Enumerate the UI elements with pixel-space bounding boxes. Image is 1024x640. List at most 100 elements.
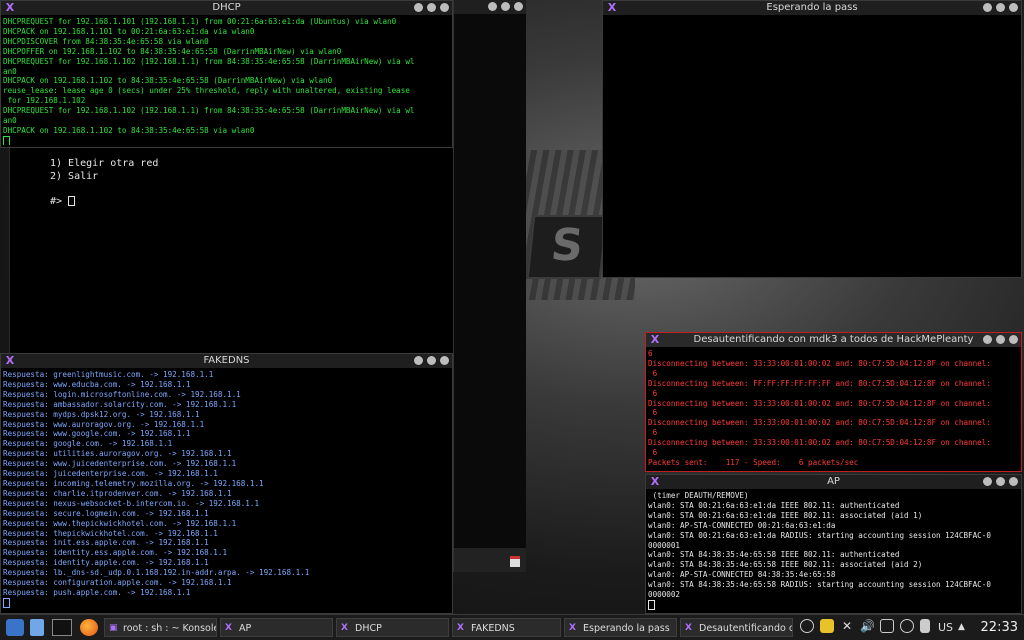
terminal-line: Disconnecting between: FF:FF:FF:FF:FF:FF… — [648, 378, 991, 388]
esperando-output[interactable] — [605, 17, 1019, 275]
esperando-titlebar[interactable]: X Esperando la pass — [603, 1, 1021, 15]
close-button[interactable] — [1009, 3, 1018, 12]
update-icon[interactable] — [900, 619, 914, 633]
minimize-button[interactable] — [414, 356, 423, 365]
ap-titlebar[interactable]: X AP — [646, 475, 1021, 489]
dhcp-titlebar[interactable]: X DHCP — [1, 1, 452, 15]
terminal-line: (timer DEAUTH/REMOVE) — [648, 491, 749, 500]
firefox-icon[interactable] — [80, 619, 98, 636]
window-title: Desautentificando con mdk3 a todos de Ha… — [693, 334, 974, 345]
mdk3-titlebar[interactable]: X Desautentificando con mdk3 a todos de … — [646, 333, 1021, 347]
task-fakedns[interactable]: X FAKEDNS — [452, 618, 561, 637]
fakedns-window[interactable]: X FAKEDNS Respuesta: greenlightmusic.com… — [0, 353, 453, 614]
strip-titlebar[interactable] — [454, 0, 526, 14]
maximize-button[interactable] — [427, 3, 436, 12]
terminal-line: Respuesta: push.apple.com. -> 192.168.1.… — [3, 587, 191, 597]
task-esperando[interactable]: X Esperando la pass — [564, 618, 677, 637]
close-button[interactable] — [440, 356, 449, 365]
task-konsole[interactable]: ▣ root : sh : ~ Konsole — [104, 618, 217, 637]
konsole-icon: ▣ — [109, 623, 118, 633]
terminal-line: an0 — [3, 66, 17, 76]
terminal-line: Respuesta: www.thepickwickhotel.com. -> … — [3, 518, 237, 528]
terminal-line: Respuesta: www.google.com. -> 192.168.1.… — [3, 429, 191, 439]
strip-bottom-panel — [454, 548, 526, 572]
minimize-button[interactable] — [414, 3, 423, 12]
terminal-line: Respuesta: login.microsoftonline.com. ->… — [3, 389, 241, 399]
taskbar: ▣ root : sh : ~ Konsole X AP X DHCP X FAKEDN… — [0, 614, 1024, 640]
window-title: AP — [827, 476, 840, 487]
terminal-line: DHCPACK on 192.168.1.101 to 00:21:6a:63:… — [3, 26, 255, 36]
fakedns-output[interactable]: Respuesta: greenlightmusic.com. -> 192.1… — [3, 370, 450, 611]
terminal-line: 0000002 — [648, 590, 681, 600]
task-ap[interactable]: X AP — [220, 618, 333, 637]
menu-terminal[interactable]: 1) Elegir otra red 2) Salir #> — [9, 148, 454, 353]
background-window-strip[interactable] — [453, 0, 526, 572]
close-x-icon[interactable]: ✕ — [840, 619, 854, 633]
terminal-line: Respuesta: init.ess.apple.com. -> 192.16… — [3, 538, 209, 548]
mdk3-output[interactable]: 6 Disconnecting between: 33:33:00:01:00:0… — [648, 349, 1019, 469]
close-button[interactable] — [1009, 477, 1018, 486]
chevron-up-icon[interactable]: ▲ — [958, 619, 965, 636]
terminal-line: 6 — [648, 349, 653, 358]
maximize-button[interactable] — [996, 3, 1005, 12]
info-icon[interactable] — [800, 619, 814, 633]
minimize-button[interactable] — [983, 477, 992, 486]
terminal-line: Respuesta: google.com. -> 192.168.1.1 — [3, 439, 173, 449]
maximize-button[interactable] — [996, 477, 1005, 486]
volume-icon[interactable]: 🔊 — [860, 619, 875, 633]
app-launcher-icon[interactable] — [6, 619, 24, 636]
terminal-line: Packets sent: 117 - Speed: 6 packets/sec — [648, 457, 859, 467]
terminal-line: Respuesta: thepickwickhotel.com. -> 192.… — [3, 528, 218, 538]
esperando-window[interactable]: X Esperando la pass — [602, 0, 1022, 278]
close-button[interactable] — [1009, 335, 1018, 344]
terminal-line: DHCPDISCOVER from 84:38:35:4e:65:58 via … — [3, 36, 209, 46]
terminal-line: 6 — [648, 388, 658, 398]
xterm-icon: X — [685, 623, 692, 633]
window-title: Esperando la pass — [766, 2, 858, 13]
ap-output[interactable]: (timer DEAUTH/REMOVE) wlan0: STA 00:21:6a… — [648, 491, 1019, 611]
terminal-line: DHCPREQUEST for 192.168.1.102 (192.168.1… — [3, 106, 415, 116]
xterm-icon: X — [650, 475, 660, 488]
window-title: FAKEDNS — [203, 355, 250, 366]
task-mdk3[interactable]: XDesautentificando con mdk3 — [680, 618, 793, 637]
close-button[interactable] — [514, 2, 523, 11]
maximize-button[interactable] — [996, 335, 1005, 344]
dhcp-output[interactable]: DHCPREQUEST for 192.168.1.101 (192.168.1… — [3, 17, 450, 145]
dhcp-window[interactable]: X DHCP DHCPREQUEST for 192.168.1.101 (19… — [0, 0, 453, 148]
ap-window[interactable]: X AP (timer DEAUTH/REMOVE) wlan0: STA 00:… — [645, 474, 1022, 614]
maximize-button[interactable] — [427, 356, 436, 365]
terminal-line: Respuesta: nexus-websocket-b.intercom.io… — [3, 498, 260, 508]
terminal-line: Respuesta: identity.apple.com. -> 192.16… — [3, 558, 209, 568]
clock[interactable]: 22:33 — [981, 618, 1018, 637]
window-title: DHCP — [212, 2, 241, 13]
terminal-line: 0000001 — [648, 540, 681, 550]
cursor-icon — [68, 196, 76, 206]
menu-option-2: 2) Salir — [50, 171, 99, 182]
terminal-line: wlan0: STA 00:21:6a:63:e1:da RADIUS: sta… — [648, 530, 991, 540]
mdk3-window[interactable]: X Desautentificando con mdk3 a todos de … — [645, 332, 1022, 472]
terminal-line: wlan0: STA 00:21:6a:63:e1:da IEEE 802.11… — [648, 500, 900, 510]
terminal-icon[interactable] — [52, 619, 72, 636]
shield-icon[interactable] — [820, 619, 834, 633]
network-icon[interactable] — [920, 619, 930, 633]
terminal-line: Respuesta: www.juicedenterprise.com. -> … — [3, 459, 237, 469]
close-button[interactable] — [440, 3, 449, 12]
terminal-line: Respuesta: incoming.telemetry.mozilla.or… — [3, 478, 264, 488]
file-manager-icon[interactable] — [30, 619, 44, 636]
xterm-icon: X — [5, 1, 15, 14]
display-icon[interactable] — [880, 619, 894, 633]
terminal-line: reuse_lease: lease age 0 (secs) under 25… — [3, 86, 410, 96]
fakedns-titlebar[interactable]: X FAKEDNS — [1, 354, 452, 368]
minimize-button[interactable] — [983, 3, 992, 12]
terminal-line: Respuesta: secure.logmein.com. -> 192.16… — [3, 508, 209, 518]
keyboard-layout[interactable]: US — [938, 619, 953, 636]
menu-prompt: #> — [50, 196, 76, 208]
tray-flag-icon — [510, 556, 520, 567]
terminal-line: Disconnecting between: 33:33:00:01:00:02… — [648, 398, 991, 408]
minimize-button[interactable] — [983, 335, 992, 344]
task-dhcp[interactable]: X DHCP — [336, 618, 449, 637]
terminal-line: Disconnecting between: 33:33:00:01:00:02… — [648, 358, 991, 368]
terminal-line: Disconnecting between: 33:33:00:01:00:02… — [648, 418, 991, 428]
minimize-button[interactable] — [488, 2, 497, 11]
maximize-button[interactable] — [501, 2, 510, 11]
